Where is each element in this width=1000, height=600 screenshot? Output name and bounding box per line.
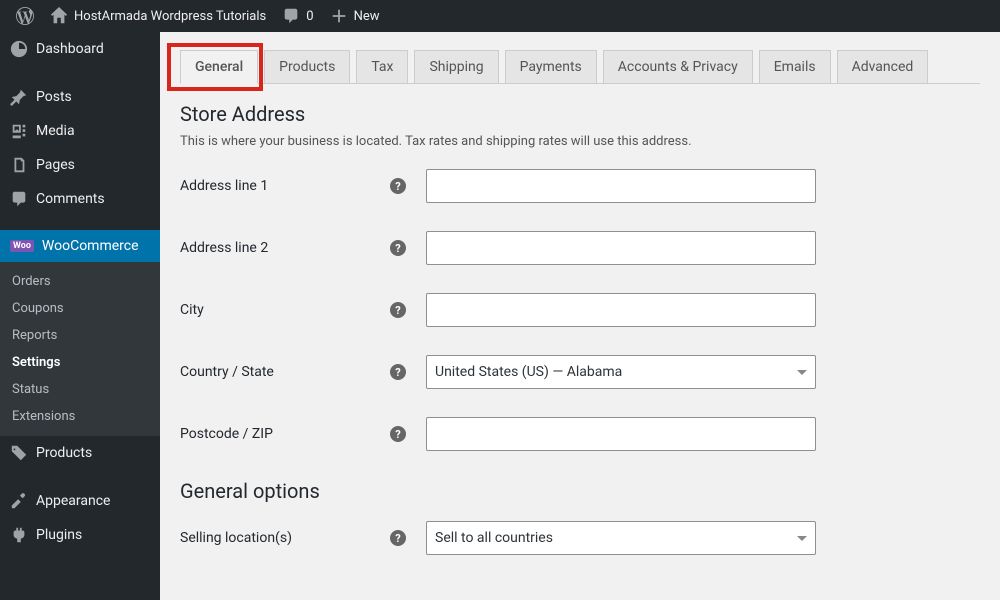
help-tip-icon[interactable]: ?: [390, 364, 406, 380]
admin-sidebar: Dashboard Posts Media Pages Comments Woo…: [0, 32, 160, 600]
plugins-icon: [10, 526, 28, 544]
sidebar-item-comments[interactable]: Comments: [0, 182, 160, 216]
input-address1[interactable]: [426, 169, 816, 203]
section-description: This is where your business is located. …: [180, 134, 980, 149]
comment-icon: [10, 190, 28, 208]
woo-icon: Woo: [10, 240, 34, 252]
help-tip-icon[interactable]: ?: [390, 240, 406, 256]
chevron-down-icon: [797, 370, 807, 380]
pages-icon: [10, 156, 28, 174]
row-country-state: Country / State ? United States (US) — A…: [180, 355, 980, 389]
tab-payments[interactable]: Payments: [505, 50, 597, 84]
submenu-item-extensions[interactable]: Extensions: [0, 403, 160, 430]
select-country-state[interactable]: United States (US) — Alabama: [426, 355, 816, 389]
input-address2[interactable]: [426, 231, 816, 265]
sidebar-item-label: WooCommerce: [42, 238, 139, 254]
sidebar-item-label: Products: [36, 445, 92, 461]
tab-shipping[interactable]: Shipping: [414, 50, 498, 84]
sidebar-item-plugins[interactable]: Plugins: [0, 518, 160, 552]
row-address2: Address line 2 ?: [180, 231, 980, 265]
new-label: New: [354, 9, 380, 24]
wp-logo[interactable]: [8, 7, 42, 25]
pin-icon: [10, 88, 28, 106]
home-icon: [50, 7, 68, 25]
sidebar-item-label: Media: [36, 123, 75, 139]
row-city: City ?: [180, 293, 980, 327]
tab-tax[interactable]: Tax: [356, 50, 408, 84]
row-selling-locations: Selling location(s) ? Sell to all countr…: [180, 521, 980, 555]
tab-accounts-privacy[interactable]: Accounts & Privacy: [603, 50, 753, 84]
label-address2: Address line 2: [180, 240, 390, 256]
label-postcode: Postcode / ZIP: [180, 426, 390, 442]
woocommerce-submenu: Orders Coupons Reports Settings Status E…: [0, 262, 160, 436]
sidebar-item-label: Appearance: [36, 493, 110, 509]
help-tip-icon[interactable]: ?: [390, 302, 406, 318]
help-tip-icon[interactable]: ?: [390, 530, 406, 546]
label-country-state: Country / State: [180, 364, 390, 380]
sidebar-item-appearance[interactable]: Appearance: [0, 484, 160, 518]
chevron-down-icon: [797, 536, 807, 546]
input-postcode[interactable]: [426, 417, 816, 451]
tab-emails[interactable]: Emails: [759, 50, 831, 84]
submenu-item-reports[interactable]: Reports: [0, 322, 160, 349]
sidebar-item-label: Plugins: [36, 527, 82, 543]
comments-count: 0: [306, 9, 313, 24]
label-address1: Address line 1: [180, 178, 390, 194]
submenu-item-orders[interactable]: Orders: [0, 268, 160, 295]
main-content: General Products Tax Shipping Payments A…: [160, 32, 1000, 600]
sidebar-item-media[interactable]: Media: [0, 114, 160, 148]
row-postcode: Postcode / ZIP ?: [180, 417, 980, 451]
tab-general[interactable]: General: [180, 50, 258, 84]
select-value: United States (US) — Alabama: [435, 364, 622, 380]
site-link[interactable]: HostArmada Wordpress Tutorials: [42, 7, 274, 25]
site-name: HostArmada Wordpress Tutorials: [74, 9, 266, 24]
dashboard-icon: [10, 40, 28, 58]
section-title-general-options: General options: [180, 479, 980, 503]
select-value: Sell to all countries: [435, 530, 553, 546]
submenu-item-status[interactable]: Status: [0, 376, 160, 403]
new-content-link[interactable]: New: [322, 7, 388, 25]
sidebar-item-posts[interactable]: Posts: [0, 80, 160, 114]
media-icon: [10, 122, 28, 140]
tab-products[interactable]: Products: [264, 50, 350, 84]
comments-link[interactable]: 0: [274, 7, 321, 25]
label-city: City: [180, 302, 390, 318]
wordpress-icon: [16, 7, 34, 25]
help-tip-icon[interactable]: ?: [390, 426, 406, 442]
settings-tabs: General Products Tax Shipping Payments A…: [180, 50, 980, 84]
sidebar-item-pages[interactable]: Pages: [0, 148, 160, 182]
sidebar-item-products[interactable]: Products: [0, 436, 160, 470]
comments-icon: [282, 7, 300, 25]
submenu-item-coupons[interactable]: Coupons: [0, 295, 160, 322]
appearance-icon: [10, 492, 28, 510]
label-selling-locations: Selling location(s): [180, 530, 390, 546]
sidebar-item-label: Posts: [36, 89, 72, 105]
plus-icon: [330, 7, 348, 25]
sidebar-item-dashboard[interactable]: Dashboard: [0, 32, 160, 66]
select-selling-locations[interactable]: Sell to all countries: [426, 521, 816, 555]
help-tip-icon[interactable]: ?: [390, 178, 406, 194]
tab-advanced[interactable]: Advanced: [837, 50, 929, 84]
sidebar-item-woocommerce[interactable]: Woo WooCommerce: [0, 230, 160, 262]
sidebar-item-label: Pages: [36, 157, 75, 173]
row-address1: Address line 1 ?: [180, 169, 980, 203]
sidebar-item-label: Dashboard: [36, 41, 104, 57]
products-icon: [10, 444, 28, 462]
section-title-store-address: Store Address: [180, 102, 980, 126]
submenu-item-settings[interactable]: Settings: [0, 349, 160, 376]
admin-topbar: HostArmada Wordpress Tutorials 0 New: [0, 0, 1000, 32]
input-city[interactable]: [426, 293, 816, 327]
sidebar-item-label: Comments: [36, 191, 105, 207]
